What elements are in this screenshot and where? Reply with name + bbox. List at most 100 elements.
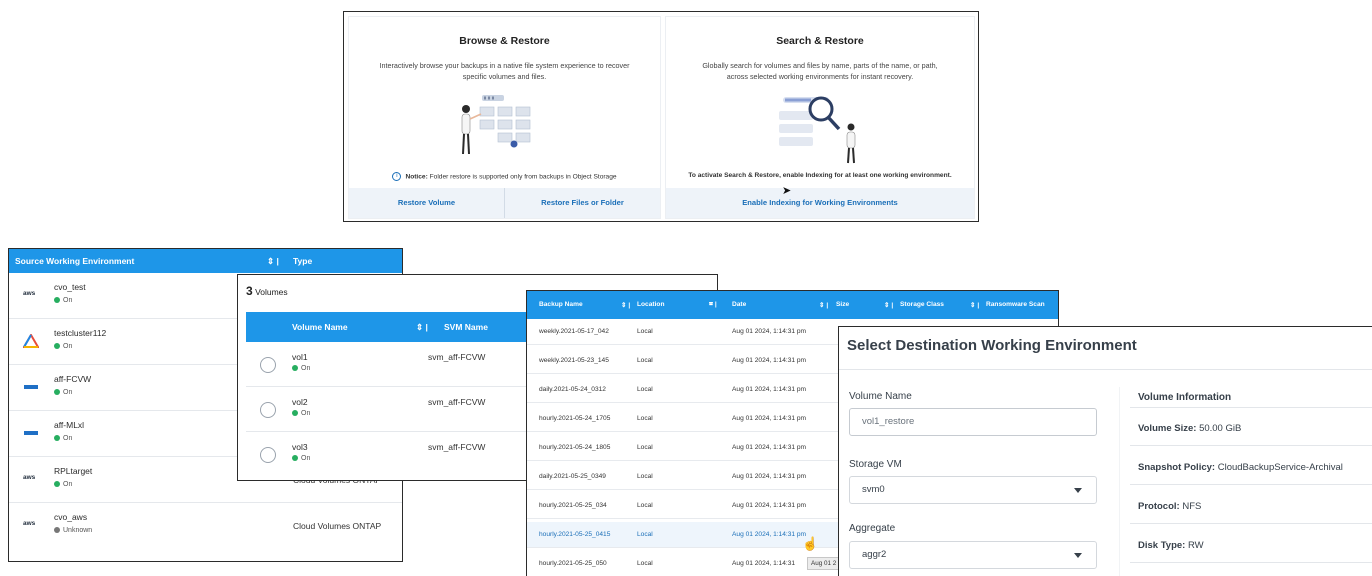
status-badge: On xyxy=(292,410,310,417)
backup-location: Local xyxy=(637,328,653,335)
volume-size-info: Volume Size: 50.00 GiB xyxy=(1138,423,1242,434)
browse-restore-title: Browse & Restore xyxy=(459,35,550,47)
status-on-dot-icon xyxy=(54,481,60,488)
snapshot-policy-info: Snapshot Policy: CloudBackupService-Arch… xyxy=(1138,462,1343,473)
table-row[interactable]: vol2 On svm_aff-FCVW xyxy=(246,387,546,432)
volume-information-heading: Volume Information xyxy=(1138,392,1232,403)
svm-name: svm_aff-FCVW xyxy=(428,397,486,407)
select-destination-panel: Select Destination Working Environment V… xyxy=(838,326,1372,576)
restore-options-panel: Browse & Restore Interactively browse yo… xyxy=(343,11,979,222)
browse-illustration xyxy=(461,95,531,155)
backup-name: hourly.2021-05-24_1705 xyxy=(539,415,611,422)
status-on-dot-icon xyxy=(54,343,60,350)
dest-panel-title: Select Destination Working Environment xyxy=(847,337,1137,354)
search-illustration xyxy=(779,96,856,164)
aggregate-select[interactable]: aggr2 xyxy=(849,541,1097,569)
table-row[interactable]: vol1 On svm_aff-FCVW xyxy=(246,342,546,387)
enable-indexing-button[interactable]: Enable Indexing for Working Environments xyxy=(666,188,974,218)
aggregate-label: Aggregate xyxy=(849,523,896,534)
aggregate-value: aggr2 xyxy=(862,549,887,560)
status-badge: On xyxy=(292,365,310,372)
backups-table-header: Backup Name ⇕ | Location ⩸ | Date ⇕ | Si… xyxy=(527,291,1058,319)
column-divider xyxy=(1119,387,1120,576)
backup-date: Aug 01 2024, 1:14:31 pm xyxy=(732,473,807,480)
storage-vm-label: Storage VM xyxy=(849,459,902,470)
sort-icon[interactable]: ⇕ | xyxy=(884,301,893,309)
divider xyxy=(1130,523,1372,524)
status-on-dot-icon xyxy=(292,410,298,417)
column-date[interactable]: Date xyxy=(732,301,746,308)
sort-icon[interactable]: ⇕ | xyxy=(621,301,630,309)
search-restore-description: Globally search for volumes and files by… xyxy=(702,61,938,81)
volume-radio[interactable] xyxy=(260,447,276,463)
backup-name: hourly.2021-05-25_034 xyxy=(539,502,607,509)
browse-restore-card: Browse & Restore Interactively browse yo… xyxy=(348,16,661,219)
status-unknown-dot-icon xyxy=(54,527,60,534)
volume-name: vol3 xyxy=(292,442,308,452)
backup-location: Local xyxy=(637,415,653,422)
volume-name: vol2 xyxy=(292,397,308,407)
sort-icon[interactable]: ⇕ | xyxy=(819,301,828,309)
search-restore-card: Search & Restore Globally search for vol… xyxy=(665,16,975,219)
status-badge: Unknown xyxy=(54,527,92,534)
backup-date: Aug 01 2024, 1:14:31 pm xyxy=(732,386,807,393)
working-environment-name: cvo_test xyxy=(54,282,86,292)
aws-logo-icon: aws xyxy=(23,474,36,481)
volume-radio[interactable] xyxy=(260,402,276,418)
svm-name: svm_aff-FCVW xyxy=(428,442,486,452)
backup-date: Aug 01 2024, 1:14:31 pm xyxy=(732,357,807,364)
backup-name: hourly.2021-05-25_0415 xyxy=(539,531,611,538)
mouse-pointer-icon: ➤ xyxy=(782,185,792,197)
notice-label: Notice: xyxy=(405,173,428,181)
table-row[interactable]: aws cvo_aws Unknown Cloud Volumes ONTAP xyxy=(9,503,402,549)
column-ransomware-scan[interactable]: Ransomware Scan xyxy=(986,301,1045,308)
chevron-down-icon xyxy=(1074,488,1082,493)
column-volume-name[interactable]: Volume Name xyxy=(292,322,348,332)
volume-name-input[interactable]: vol1_restore xyxy=(849,408,1097,436)
source-table-header: Source Working Environment ⇕ | Type xyxy=(9,249,402,273)
filter-icon[interactable]: ⩸ | xyxy=(709,301,717,309)
column-source-working-environment[interactable]: Source Working Environment xyxy=(15,249,134,273)
notice-text: Folder restore is supported only from ba… xyxy=(429,173,617,181)
restore-volume-button[interactable]: Restore Volume xyxy=(349,188,504,218)
column-svm-name[interactable]: SVM Name xyxy=(444,322,488,332)
sort-icon[interactable]: ⇕ | xyxy=(970,301,979,309)
info-icon: i xyxy=(392,172,402,181)
backup-date: Aug 01 2024, 1:14:31 pm xyxy=(732,328,807,335)
divider xyxy=(1130,562,1372,563)
restore-files-folder-button[interactable]: Restore Files or Folder xyxy=(505,188,660,218)
aws-logo-icon: aws xyxy=(23,520,36,527)
column-storage-class[interactable]: Storage Class xyxy=(900,301,944,308)
status-badge: On xyxy=(54,343,72,350)
column-size[interactable]: Size xyxy=(836,301,849,308)
status-on-dot-icon xyxy=(292,455,298,462)
volumes-count-label: Volumes xyxy=(255,287,288,297)
status-on-dot-icon xyxy=(54,435,60,442)
chevron-down-icon xyxy=(1074,553,1082,558)
status-badge: On xyxy=(54,389,72,396)
sort-icon[interactable]: ⇕ | xyxy=(416,322,428,333)
divider xyxy=(1130,484,1372,485)
backup-location: Local xyxy=(637,386,653,393)
storage-vm-select[interactable]: svm0 xyxy=(849,476,1097,504)
backup-date: Aug 01 2024, 1:14:31 pm xyxy=(732,444,807,451)
sort-icon[interactable]: ⇕ | xyxy=(267,249,279,273)
svm-name: svm_aff-FCVW xyxy=(428,352,486,362)
status-badge: On xyxy=(54,297,72,304)
table-row[interactable]: vol3 On svm_aff-FCVW xyxy=(246,432,546,477)
aff-bar-icon xyxy=(24,385,38,389)
cloud-triangle-icon xyxy=(23,334,39,348)
column-type[interactable]: Type xyxy=(293,249,312,273)
search-restore-actions: Enable Indexing for Working Environments xyxy=(666,188,974,218)
backup-date: Aug 01 2024, 1:14:31 pm xyxy=(732,531,807,538)
volumes-count: 3 xyxy=(246,284,253,298)
volume-radio[interactable] xyxy=(260,357,276,373)
backup-name: daily.2021-05-25_0349 xyxy=(539,473,606,480)
column-backup-name[interactable]: Backup Name xyxy=(539,301,583,308)
aff-bar-icon xyxy=(24,431,38,435)
status-on-dot-icon xyxy=(54,297,60,304)
backup-name: hourly.2021-05-24_1805 xyxy=(539,444,611,451)
protocol-info: Protocol: NFS xyxy=(1138,501,1202,512)
column-location[interactable]: Location xyxy=(637,301,664,308)
backup-location: Local xyxy=(637,473,653,480)
